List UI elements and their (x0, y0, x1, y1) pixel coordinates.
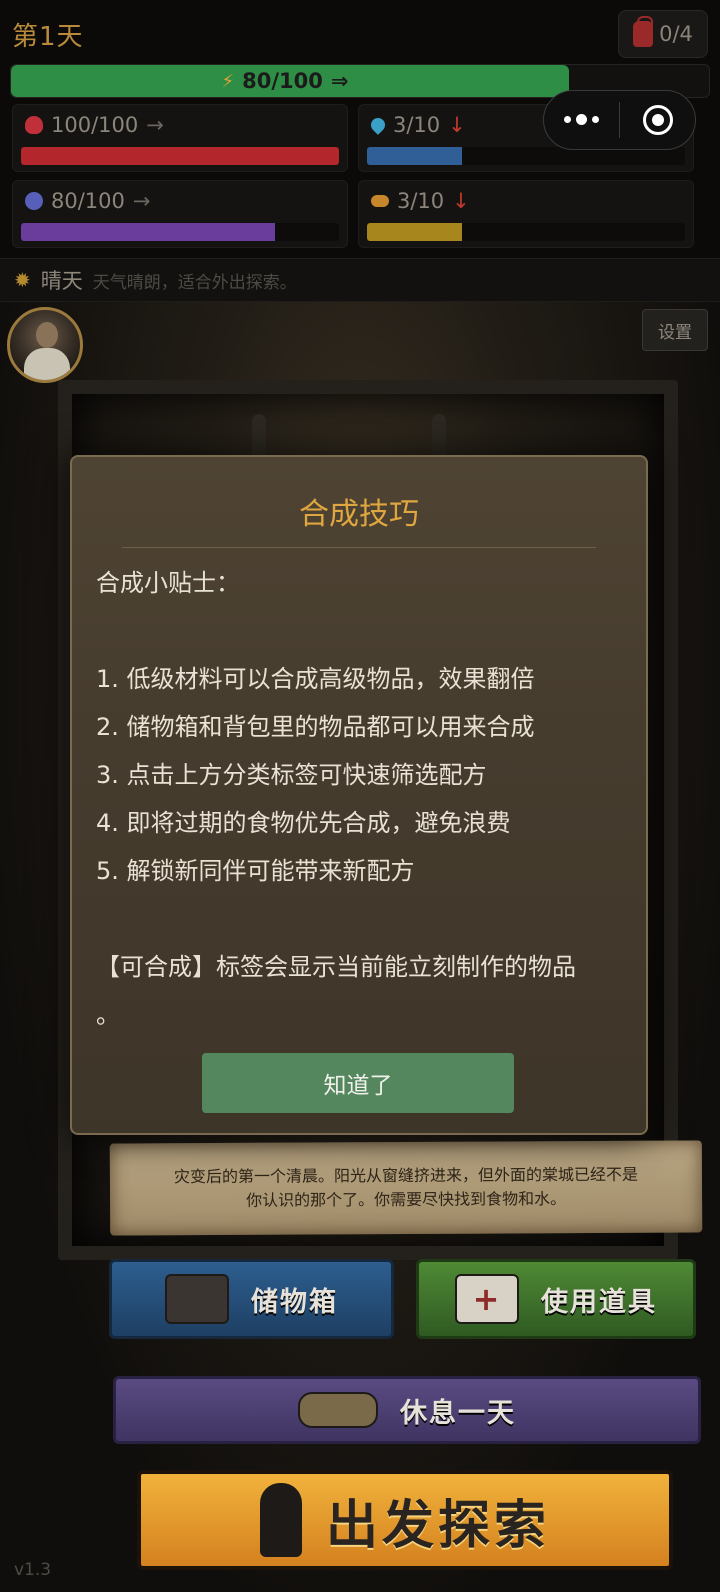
use-items-button-label: 使用道具 (541, 1286, 657, 1318)
health-bar-fill (21, 147, 339, 165)
explore-button[interactable]: 出发探索 (137, 1470, 673, 1570)
first-aid-kit-icon (455, 1274, 519, 1324)
sanity-stat: 80/100 → (12, 180, 348, 248)
water-drop-icon (368, 115, 388, 135)
backpack-count: 0/4 (659, 22, 693, 46)
water-bar-fill (367, 147, 463, 165)
dialog-body: 合成小贴士： 1. 低级材料可以合成高级物品，效果翻倍 2. 储物箱和背包里的物… (96, 559, 624, 1039)
capsule-close-button[interactable] (620, 105, 695, 135)
craftable-note-end: 。 (96, 1001, 120, 1029)
storage-button[interactable]: 储物箱 (109, 1259, 394, 1339)
character-avatar[interactable] (7, 307, 83, 383)
explore-button-label: 出发探索 (325, 1495, 550, 1556)
tip-item: 4. 即将过期的食物优先合成，避免浪费 (96, 809, 511, 837)
bread-icon (371, 195, 389, 207)
storage-button-label: 储物箱 (251, 1286, 338, 1318)
story-text-panel: 灾变后的第一个清晨。阳光从窗缝挤进来，但外面的棠城已经不是 你认识的那个了。你需… (109, 1140, 703, 1236)
rest-button[interactable]: 休息一天 (113, 1376, 701, 1444)
dialog-title: 合成技巧 (299, 497, 419, 532)
storage-box-icon (165, 1274, 229, 1324)
water-value: 3/10 (393, 113, 441, 137)
energy-readout: ⚡ 80/100 ⇒ (11, 65, 559, 97)
tip-item: 1. 低级材料可以合成高级物品，效果翻倍 (96, 665, 535, 693)
tip-item: 3. 点击上方分类标签可快速筛选配方 (96, 761, 487, 789)
crafting-tips-dialog: 合成技巧 合成小贴士： 1. 低级材料可以合成高级物品，效果翻倍 2. 储物箱和… (70, 455, 648, 1135)
food-bar-fill (367, 223, 463, 241)
weather-bar: ✹ 晴天 天气晴朗，适合外出探索。 (0, 258, 720, 302)
sanity-bar-fill (21, 223, 276, 241)
sanity-trend: → (132, 189, 151, 213)
sun-icon: ✹ (14, 268, 31, 292)
day-label: 第1天 (12, 22, 84, 52)
settings-button[interactable]: 设置 (642, 309, 708, 351)
energy-arrow: ⇒ (330, 69, 349, 93)
avatar-body (24, 348, 70, 380)
health-trend: → (146, 113, 164, 137)
story-line-2: 你认识的那个了。你需要尽快找到食物和水。 (245, 1189, 567, 1210)
food-bar (367, 223, 685, 241)
weather-description: 天气晴朗，适合外出探索。 (92, 272, 297, 293)
food-stat: 3/10 ↓ (358, 180, 694, 248)
backpack-icon (633, 16, 654, 47)
story-line-1: 灾变后的第一个清晨。阳光从窗缝挤进来，但外面的棠城已经不是 (173, 1164, 638, 1187)
dialog-divider (122, 547, 596, 548)
health-bar (21, 147, 339, 165)
energy-value: 80/100 (242, 69, 323, 93)
health-value: 100/100 (51, 113, 139, 137)
tip-item: 2. 储物箱和背包里的物品都可以用来合成 (96, 713, 535, 741)
sanity-bar (21, 223, 339, 241)
brain-icon (25, 192, 43, 210)
weather-name: 晴天 (40, 269, 83, 293)
rest-button-label: 休息一天 (400, 1397, 516, 1429)
tips-intro: 合成小贴士： (96, 569, 240, 597)
hiker-silhouette-icon (259, 1483, 302, 1557)
health-stat: 100/100 → (12, 104, 348, 172)
target-close-icon (642, 105, 673, 135)
sleeping-bag-icon (298, 1392, 378, 1428)
water-trend: ↓ (448, 113, 466, 137)
food-trend: ↓ (452, 189, 470, 213)
lightning-bolt-icon: ⚡ (221, 70, 235, 92)
avatar-head (36, 322, 58, 348)
miniprogram-capsule (543, 90, 696, 150)
heart-icon (25, 116, 43, 134)
version-label: v1.3 (14, 1560, 52, 1580)
tip-item: 5. 解锁新同伴可能带来新配方 (96, 857, 415, 885)
got-it-button[interactable]: 知道了 (202, 1053, 514, 1113)
craftable-note: 【可合成】标签会显示当前能立刻制作的物品 (96, 953, 576, 981)
more-dots-icon[interactable] (544, 113, 619, 125)
food-value: 3/10 (397, 189, 445, 213)
sanity-value: 80/100 (51, 189, 125, 213)
use-items-button[interactable]: 使用道具 (416, 1259, 696, 1339)
backpack-button[interactable]: 0/4 (618, 10, 708, 58)
